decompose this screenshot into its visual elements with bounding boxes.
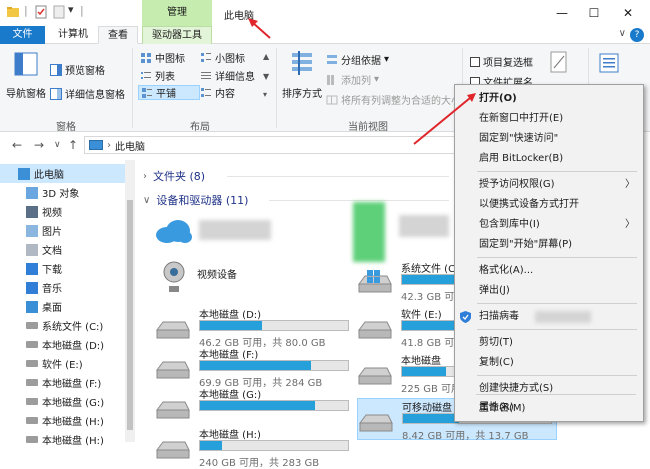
annotation-arrow-title bbox=[248, 18, 271, 39]
annotation-arrows bbox=[248, 18, 476, 145]
drive-size: 240 GB 可用，共 283 GB bbox=[199, 458, 320, 469]
drive-usage-fill bbox=[200, 441, 223, 450]
annotation-arrow-open bbox=[413, 93, 476, 145]
